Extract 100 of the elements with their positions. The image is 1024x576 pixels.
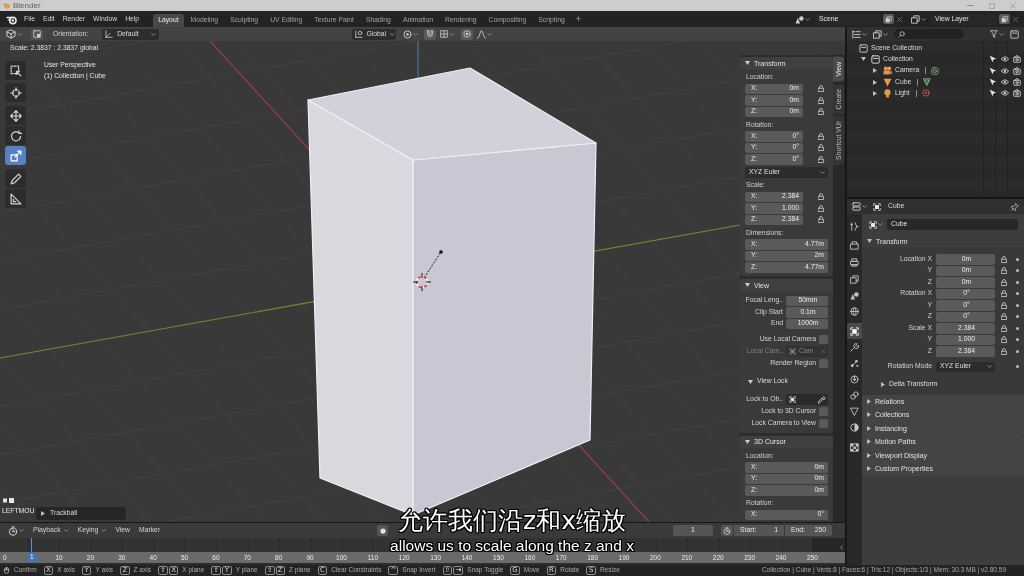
caret-icon	[820, 170, 825, 174]
padlock-icon[interactable]	[1001, 301, 1007, 309]
caret-icon	[412, 32, 418, 36]
eye-icon[interactable]	[1001, 55, 1009, 64]
padlock-icon[interactable]	[1001, 347, 1007, 355]
filter-button[interactable]	[988, 28, 1006, 40]
checkbox[interactable]	[819, 419, 828, 428]
pivot-button[interactable]	[400, 28, 420, 40]
camera-icon[interactable]	[1013, 89, 1021, 98]
ring-icon	[921, 89, 930, 98]
object-square-icon	[850, 326, 859, 336]
display-mode-button[interactable]	[850, 28, 869, 40]
tool-button[interactable]	[5, 189, 26, 208]
camera-icon[interactable]	[1013, 78, 1021, 87]
checkbox[interactable]	[819, 359, 828, 368]
tool-button[interactable]	[5, 146, 26, 165]
padlock-icon[interactable]	[818, 193, 824, 201]
padlock-icon[interactable]	[1001, 278, 1007, 286]
filter-mode-button[interactable]	[871, 28, 890, 40]
padlock-icon[interactable]	[818, 108, 824, 116]
checkbox[interactable]	[819, 407, 828, 416]
padlock-icon[interactable]	[818, 96, 824, 104]
keyframe-dot-icon[interactable]	[1015, 338, 1019, 342]
eye-icon[interactable]	[1001, 89, 1009, 98]
pointer-icon[interactable]	[989, 55, 997, 64]
close-icon	[896, 15, 903, 23]
eye-icon[interactable]	[1001, 78, 1009, 87]
camera-icon[interactable]	[1013, 55, 1021, 64]
caret-icon	[987, 365, 992, 369]
pointer-icon[interactable]	[989, 66, 997, 75]
properties-tab[interactable]	[847, 323, 862, 339]
tool-button[interactable]	[5, 83, 26, 102]
window-title: Blender	[13, 1, 41, 10]
square-icon	[33, 30, 41, 38]
collection-box-icon	[871, 54, 880, 64]
new-view-layer-button[interactable]	[999, 14, 1010, 24]
checkbox[interactable]	[819, 335, 828, 344]
scene-browse-button[interactable]	[793, 13, 812, 25]
keyframe-dot-icon[interactable]	[1015, 315, 1019, 319]
padlock-icon[interactable]	[818, 204, 824, 212]
padlock-icon[interactable]	[1001, 313, 1007, 321]
tool-button[interactable]	[5, 126, 26, 145]
collection-box-icon	[859, 43, 868, 53]
caret-icon	[862, 205, 867, 208]
snap-button[interactable]	[423, 28, 436, 40]
eye-icon[interactable]	[1001, 66, 1009, 75]
padlock-icon[interactable]	[1001, 336, 1007, 344]
editor-type-button[interactable]	[4, 27, 24, 41]
keyframe-dot-icon[interactable]	[1015, 280, 1019, 284]
keyframe-dot-icon[interactable]	[1015, 349, 1019, 353]
padlock-icon[interactable]	[1001, 290, 1007, 298]
keyframe-dot-icon[interactable]	[1015, 269, 1019, 273]
snap-element-button[interactable]	[437, 28, 456, 40]
caret-icon	[883, 32, 888, 36]
magnet-icon	[425, 30, 434, 38]
padlock-icon[interactable]	[1001, 267, 1007, 275]
chevron-left-icon[interactable]	[840, 545, 843, 550]
pointer-icon[interactable]	[989, 78, 997, 87]
editor-type-button[interactable]	[6, 524, 26, 537]
search-field[interactable]	[894, 29, 964, 39]
preview-range-button[interactable]	[721, 525, 733, 536]
camera-icon[interactable]	[1013, 66, 1021, 75]
cursor-icon	[9, 86, 22, 99]
object-type-button[interactable]	[867, 219, 885, 231]
padlock-icon[interactable]	[818, 216, 824, 224]
keyframe-dot-icon[interactable]	[1015, 257, 1019, 261]
editor-type-button[interactable]	[850, 200, 869, 213]
new-scene-button[interactable]	[883, 14, 894, 24]
new-collection-button[interactable]	[1008, 28, 1021, 40]
cube-outline-icon	[6, 29, 16, 39]
add-workspace-button[interactable]: +	[571, 14, 585, 24]
keyframe-dot-icon[interactable]	[1015, 292, 1019, 296]
caret-icon	[390, 32, 396, 36]
padlock-icon[interactable]	[1001, 255, 1007, 263]
mode-button[interactable]	[31, 28, 43, 40]
stacked-bars-icon	[852, 202, 861, 211]
clock-icon	[8, 525, 18, 536]
triangle-icon	[850, 406, 859, 416]
keyframe-dot-icon[interactable]	[1015, 365, 1019, 369]
falloff-button[interactable]	[474, 28, 494, 40]
pin-icon[interactable]	[1011, 202, 1019, 211]
tool-button[interactable]	[5, 61, 26, 80]
padlock-icon[interactable]	[818, 132, 824, 140]
keyframe-dot-icon[interactable]	[1015, 303, 1019, 307]
stacked-images-icon	[911, 14, 920, 24]
padlock-icon[interactable]	[818, 85, 824, 93]
view-layer-browse-button[interactable]	[909, 13, 928, 25]
proportional-edit-button[interactable]	[460, 28, 473, 40]
tool-button[interactable]	[5, 169, 26, 188]
keyframe-dot-icon[interactable]	[1015, 326, 1019, 330]
camera-icon	[883, 66, 892, 76]
playhead-line[interactable]	[30, 538, 32, 552]
padlock-icon[interactable]	[818, 155, 824, 163]
tool-button[interactable]	[5, 106, 26, 125]
object-field[interactable]	[786, 394, 828, 405]
pointer-icon[interactable]	[989, 89, 997, 98]
padlock-icon[interactable]	[1001, 324, 1007, 332]
padlock-icon[interactable]	[818, 144, 824, 152]
subtitle-text: 允许我们沿z和x缩放	[398, 507, 626, 534]
caret-icon	[63, 529, 69, 532]
